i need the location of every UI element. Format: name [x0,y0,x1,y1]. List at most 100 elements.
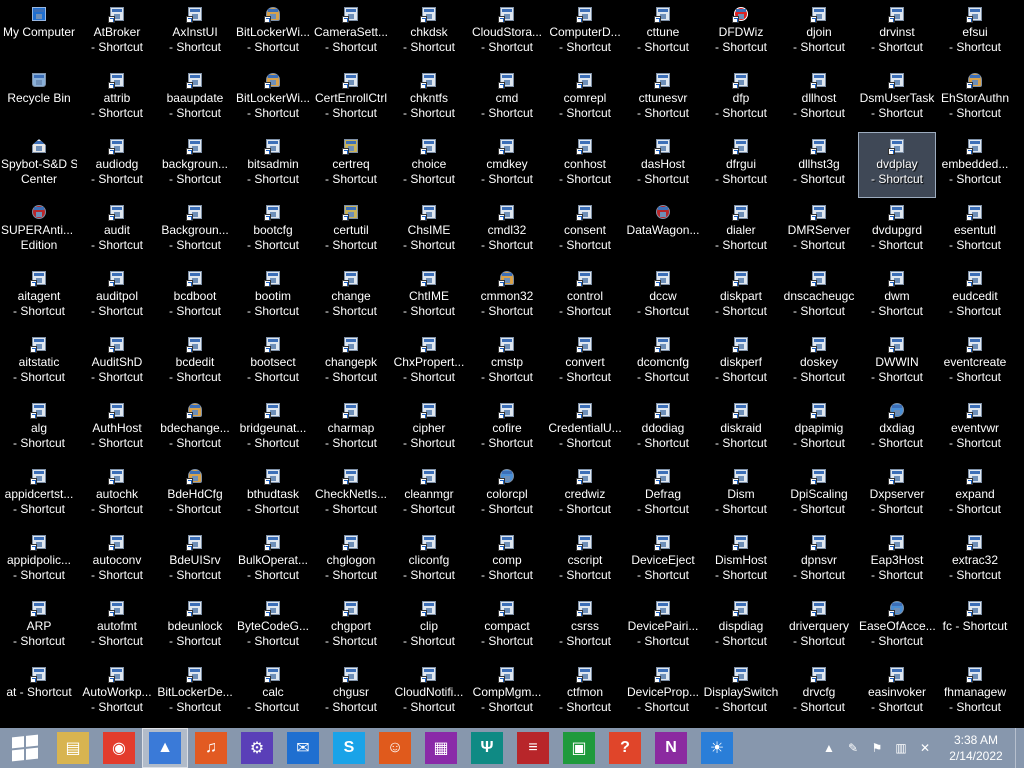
desktop-shortcut[interactable]: cmdkey - Shortcut [468,132,546,198]
desktop-shortcut[interactable]: EaseOfAcce... - Shortcut [858,594,936,660]
network-tray-icon[interactable]: ▥ [889,736,913,760]
desktop-shortcut[interactable]: AuditShD - Shortcut [78,330,156,396]
desktop-shortcut[interactable]: BitLockerWi... - Shortcut [234,0,312,66]
desktop-shortcut[interactable]: DisplaySwitch - Shortcut [702,660,780,726]
desktop-shortcut[interactable]: DWWIN - Shortcut [858,330,936,396]
desktop-shortcut[interactable]: diskraid - Shortcut [702,396,780,462]
show-desktop-button[interactable] [1015,728,1024,768]
desktop-shortcut[interactable]: cttunesvr - Shortcut [624,66,702,132]
food-app-button[interactable]: Ψ [464,728,510,768]
people-app-button[interactable]: ☺ [372,728,418,768]
desktop-shortcut[interactable]: driverquery - Shortcut [780,594,858,660]
skype-app-button[interactable]: S [326,728,372,768]
desktop-shortcut[interactable]: CertEnrollCtrl - Shortcut [312,66,390,132]
desktop-shortcut[interactable]: EhStorAuthn - Shortcut [936,66,1014,132]
desktop-shortcut[interactable]: BdeUISrv - Shortcut [156,528,234,594]
desktop-shortcut[interactable]: extrac32- Shortcut [936,528,1014,594]
desktop-shortcut[interactable]: auditpol - Shortcut [78,264,156,330]
desktop-shortcut[interactable]: alg - Shortcut [0,396,78,462]
desktop-shortcut[interactable]: appidcertst... - Shortcut [0,462,78,528]
desktop-shortcut[interactable]: bcdboot - Shortcut [156,264,234,330]
desktop-shortcut[interactable]: certreq - Shortcut [312,132,390,198]
desktop-shortcut[interactable]: AuthHost - Shortcut [78,396,156,462]
desktop-shortcut[interactable]: dfrgui - Shortcut [702,132,780,198]
desktop-shortcut[interactable]: ComputerD... - Shortcut [546,0,624,66]
desktop-shortcut[interactable]: CloudStora... - Shortcut [468,0,546,66]
desktop-shortcut[interactable]: CheckNetIs... - Shortcut [312,462,390,528]
desktop-shortcut[interactable]: djoin - Shortcut [780,0,858,66]
pinned-app-button[interactable]: ▲ [142,728,188,768]
store-app-button[interactable]: ▣ [556,728,602,768]
desktop-shortcut[interactable]: conhost - Shortcut [546,132,624,198]
desktop-shortcut[interactable]: ctfmon - Shortcut [546,660,624,726]
desktop-shortcut[interactable]: AxInstUI - Shortcut [156,0,234,66]
desktop-shortcut[interactable]: chkdsk - Shortcut [390,0,468,66]
desktop-shortcut[interactable]: efsui - Shortcut [936,0,1014,66]
desktop-shortcut[interactable]: change - Shortcut [312,264,390,330]
desktop-shortcut[interactable]: chglogon - Shortcut [312,528,390,594]
desktop-shortcut[interactable]: drvinst - Shortcut [858,0,936,66]
desktop-shortcut[interactable]: bootsect - Shortcut [234,330,312,396]
desktop-shortcut[interactable]: DevicePairi... - Shortcut [624,594,702,660]
maps-app-button[interactable]: ▦ [418,728,464,768]
desktop-shortcut[interactable]: consent - Shortcut [546,198,624,264]
desktop-shortcut[interactable]: bitsadmin - Shortcut [234,132,312,198]
desktop-shortcut[interactable]: backgroun... - Shortcut [156,132,234,198]
desktop-shortcut[interactable]: ARP - Shortcut [0,594,78,660]
desktop-shortcut[interactable]: fc - Shortcut [936,594,1014,660]
desktop-shortcut[interactable]: CompMgm... - Shortcut [468,660,546,726]
desktop-shortcut[interactable]: autochk - Shortcut [78,462,156,528]
desktop-shortcut[interactable]: diskpart - Shortcut [702,264,780,330]
desktop-shortcut[interactable]: bdechange... - Shortcut [156,396,234,462]
desktop-shortcut[interactable]: dccw - Shortcut [624,264,702,330]
desktop-shortcut[interactable]: appidpolic... - Shortcut [0,528,78,594]
desktop-shortcut[interactable]: cmmon32- Shortcut [468,264,546,330]
desktop-shortcut[interactable]: ByteCodeG... - Shortcut [234,594,312,660]
acrobat-tray-icon[interactable]: ✎ [841,736,865,760]
desktop-shortcut[interactable]: embedded... - Shortcut [936,132,1014,198]
desktop-shortcut[interactable]: colorcpl - Shortcut [468,462,546,528]
desktop-shortcut[interactable]: clip - Shortcut [390,594,468,660]
desktop-shortcut[interactable]: My Computer [0,0,78,66]
desktop-shortcut[interactable]: choice - Shortcut [390,132,468,198]
desktop-shortcut[interactable]: aitstatic - Shortcut [0,330,78,396]
desktop-shortcut[interactable]: cscript - Shortcut [546,528,624,594]
help-app-button[interactable]: ? [602,728,648,768]
desktop-shortcut[interactable]: esentutl - Shortcut [936,198,1014,264]
desktop-shortcut[interactable]: chkntfs - Shortcut [390,66,468,132]
desktop-shortcut[interactable]: ChsIME - Shortcut [390,198,468,264]
desktop-shortcut[interactable]: dnscacheugc - Shortcut [780,264,858,330]
desktop-shortcut[interactable]: dfp - Shortcut [702,66,780,132]
desktop-shortcut[interactable]: dpapimig - Shortcut [780,396,858,462]
desktop-shortcut[interactable]: BdeHdCfg - Shortcut [156,462,234,528]
desktop-shortcut[interactable]: ChtIME - Shortcut [390,264,468,330]
desktop-shortcut[interactable]: cttune - Shortcut [624,0,702,66]
desktop-shortcut[interactable]: aitagent - Shortcut [0,264,78,330]
desktop-shortcut[interactable]: Eap3Host - Shortcut [858,528,936,594]
desktop-shortcut[interactable]: dxdiag - Shortcut [858,396,936,462]
chrome-button[interactable]: ◉ [96,728,142,768]
desktop-shortcut[interactable]: audit - Shortcut [78,198,156,264]
desktop-shortcut[interactable]: baaupdate - Shortcut [156,66,234,132]
desktop-shortcut[interactable]: CredentialU... - Shortcut [546,396,624,462]
desktop-shortcut[interactable]: Spybot-S&D StartCenter [0,132,78,198]
desktop-shortcut[interactable]: BitLockerWi... - Shortcut [234,66,312,132]
desktop-shortcut[interactable]: eventcreate - Shortcut [936,330,1014,396]
desktop-shortcut[interactable]: calc - Shortcut [234,660,312,726]
desktop-shortcut[interactable]: bthudtask - Shortcut [234,462,312,528]
desktop-shortcut[interactable]: dasHost - Shortcut [624,132,702,198]
desktop-shortcut[interactable]: DataWagon... [624,198,702,264]
desktop-shortcut[interactable]: dpnsvr - Shortcut [780,528,858,594]
desktop-shortcut[interactable]: cleanmgr - Shortcut [390,462,468,528]
desktop-shortcut[interactable]: certutil - Shortcut [312,198,390,264]
desktop-shortcut[interactable]: Dism - Shortcut [702,462,780,528]
desktop-shortcut[interactable]: control - Shortcut [546,264,624,330]
desktop-shortcut[interactable]: DismHost - Shortcut [702,528,780,594]
music-app-button[interactable]: ♫ [188,728,234,768]
desktop-shortcut[interactable]: diskperf - Shortcut [702,330,780,396]
desktop-shortcut[interactable]: Backgroun... - Shortcut [156,198,234,264]
onenote-app-button[interactable]: N [648,728,694,768]
desktop-shortcut[interactable]: compact - Shortcut [468,594,546,660]
desktop-shortcut[interactable]: fhmanagew - Shortcut [936,660,1014,726]
desktop-shortcut[interactable]: AutoWorkp... - Shortcut [78,660,156,726]
